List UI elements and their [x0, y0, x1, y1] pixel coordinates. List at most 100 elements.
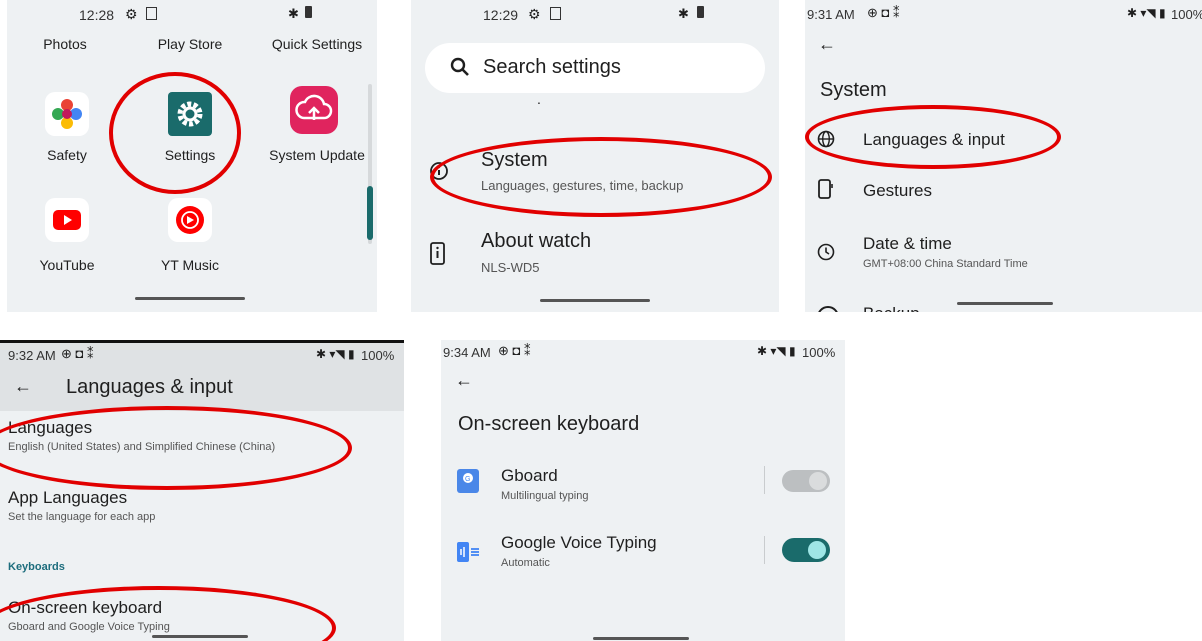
about-watch-item[interactable]: About watch NLS-WD5 — [425, 227, 765, 287]
search-placeholder: Search settings — [483, 56, 621, 78]
system-subtitle: Languages, gestures, time, backup — [481, 178, 684, 193]
languages-item[interactable]: Languages English (United States) and Si… — [0, 416, 404, 462]
signal-icons: ✱ ▾◥ ▮ — [316, 347, 355, 361]
toggle-knob — [809, 472, 827, 490]
sim-icon — [550, 7, 561, 20]
languages-subtitle: English (United States) and Simplified C… — [8, 441, 276, 453]
gboard-icon: G — [457, 469, 479, 493]
home-indicator[interactable] — [135, 297, 245, 300]
vertical-divider — [764, 536, 765, 564]
backup-icon — [817, 306, 839, 312]
status-icons: ⊕ ◘ ⁑ — [498, 343, 531, 358]
battery-percent: 100% — [361, 348, 395, 363]
signal-icons: ✱ ▾◥ ▮ — [1127, 6, 1166, 20]
vertical-divider — [764, 466, 765, 494]
sim-icon — [146, 7, 157, 20]
date-time-title: Date & time — [863, 234, 952, 253]
globe-icon — [817, 130, 835, 148]
battery-icon — [697, 6, 704, 18]
status-time: 12:28 — [79, 7, 115, 23]
status-time: 12:29 — [483, 7, 519, 23]
app-label-settings: Settings — [164, 147, 216, 163]
signal-icons: ✱ ▾◥ ▮ — [757, 344, 796, 358]
languages-title: Languages — [8, 418, 93, 437]
info-icon — [429, 161, 449, 181]
phone-info-icon — [429, 242, 447, 266]
yt-music-app-icon[interactable] — [168, 198, 212, 242]
about-watch-subtitle: NLS-WD5 — [481, 260, 540, 275]
gboard-toggle[interactable] — [782, 470, 830, 492]
system-header: System — [820, 79, 887, 101]
status-time: 9:34 AM — [443, 345, 491, 360]
home-indicator[interactable] — [152, 635, 248, 638]
app-label-yt-music: YT Music — [160, 257, 220, 273]
keyboards-section-header: Keyboards — [8, 561, 65, 573]
about-watch-title: About watch — [481, 230, 592, 252]
google-voice-typing-toggle[interactable] — [782, 538, 830, 562]
google-voice-typing-subtitle: Automatic — [501, 557, 550, 569]
bluetooth-icon: ✱ — [678, 6, 689, 21]
home-indicator[interactable] — [957, 302, 1053, 305]
clock-icon — [817, 243, 835, 261]
back-arrow-icon[interactable]: ← — [455, 370, 473, 391]
system-title: System — [481, 149, 548, 171]
app-drawer-panel: 12:28 ⚙ ✱ Photos Play Store Quick Settin… — [7, 0, 377, 312]
system-panel: 9:31 AM ⊕ ◘ ⁑ ✱ ▾◥ ▮ 100% ← System Langu… — [805, 0, 1202, 312]
gear-icon: ⚙ — [528, 6, 541, 22]
back-arrow-icon[interactable]: ← — [818, 34, 836, 55]
battery-icon — [305, 6, 312, 18]
status-time: 9:31 AM — [807, 7, 855, 22]
search-bar[interactable]: Search settings — [425, 43, 765, 93]
gestures-title: Gestures — [863, 181, 932, 200]
dot-text: . — [537, 91, 541, 107]
google-voice-typing-item[interactable]: Google Voice Typing Automatic — [441, 526, 845, 580]
gear-icon: ⚙ — [125, 6, 138, 22]
back-arrow-icon[interactable]: ← — [14, 376, 32, 397]
youtube-app-icon[interactable] — [45, 198, 89, 242]
app-label-photos[interactable]: Photos — [25, 36, 105, 52]
page-title: On-screen keyboard — [458, 413, 640, 435]
app-label-quick-settings[interactable]: Quick Settings — [262, 36, 372, 52]
languages-input-panel: 9:32 AM ⊕ ◘ ⁑ ✱ ▾◥ ▮ 100% ← Languages & … — [0, 340, 404, 641]
status-time: 9:32 AM — [8, 348, 56, 363]
home-indicator[interactable] — [593, 637, 689, 640]
app-bar: 9:32 AM ⊕ ◘ ⁑ ✱ ▾◥ ▮ 100% ← Languages & … — [0, 343, 404, 411]
on-screen-keyboard-title: On-screen keyboard — [8, 598, 163, 617]
date-time-subtitle: GMT+08:00 China Standard Time — [863, 258, 1028, 270]
gestures-item[interactable]: Gestures — [805, 168, 1202, 212]
settings-app-icon[interactable] — [168, 92, 212, 136]
battery-percent: 100% — [802, 345, 836, 360]
on-screen-keyboard-subtitle: Gboard and Google Voice Typing — [8, 621, 170, 633]
system-setting-item[interactable]: System Languages, gestures, time, backup — [425, 143, 765, 203]
app-label-youtube: YouTube — [39, 257, 95, 273]
svg-text:G: G — [465, 476, 470, 483]
gboard-item[interactable]: G Gboard Multilingual typing — [441, 456, 845, 510]
toggle-knob — [808, 541, 826, 559]
google-voice-typing-title: Google Voice Typing — [501, 533, 657, 552]
voice-typing-icon — [457, 540, 481, 564]
system-update-app-icon[interactable] — [290, 86, 338, 134]
bluetooth-icon: ✱ — [288, 6, 299, 21]
search-icon — [449, 56, 471, 78]
page-title: Languages & input — [66, 376, 233, 398]
app-label-system-update: System Update — [269, 147, 365, 163]
safety-app-icon[interactable] — [45, 92, 89, 136]
app-languages-item[interactable]: App Languages Set the language for each … — [0, 486, 404, 532]
home-indicator[interactable] — [540, 299, 650, 302]
gboard-subtitle: Multilingual typing — [501, 490, 589, 502]
backup-title: Backup — [863, 304, 920, 312]
languages-input-item[interactable]: Languages & input — [805, 118, 1202, 162]
settings-panel: 12:29 ⚙ ✱ Search settings . System Langu… — [411, 0, 779, 312]
app-languages-subtitle: Set the language for each app — [8, 511, 156, 523]
app-label-play-store[interactable]: Play Store — [145, 36, 235, 52]
status-icons: ⊕ ◘ ⁑ — [867, 5, 900, 20]
on-screen-keyboard-panel: 9:34 AM ⊕ ◘ ⁑ ✱ ▾◥ ▮ 100% ← On-screen ke… — [441, 340, 845, 641]
battery-percent: 100% — [1171, 7, 1202, 22]
languages-input-title: Languages & input — [863, 130, 1005, 149]
date-time-item[interactable]: Date & time GMT+08:00 China Standard Tim… — [805, 228, 1202, 278]
gestures-icon — [817, 178, 835, 200]
gboard-title: Gboard — [501, 466, 558, 485]
scroll-thumb[interactable] — [367, 186, 373, 240]
app-label-safety: Safety — [47, 147, 87, 163]
status-icons: ⊕ ◘ ⁑ — [61, 346, 94, 361]
